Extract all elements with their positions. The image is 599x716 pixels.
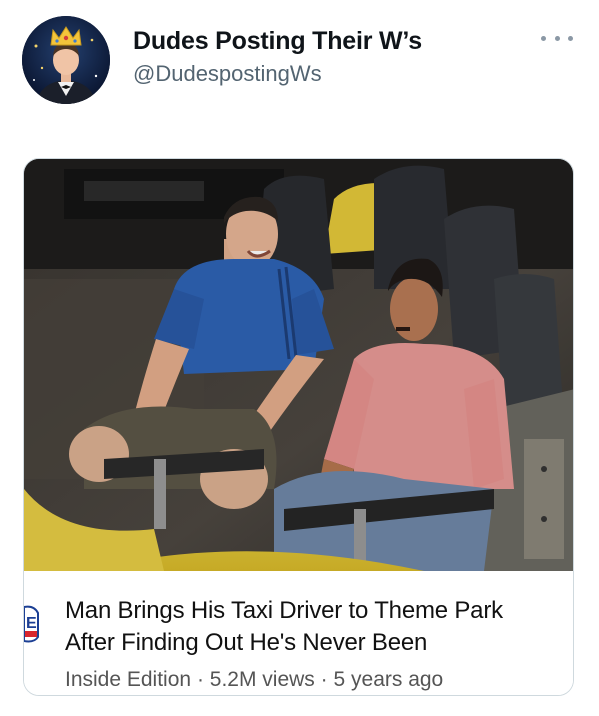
- roller-coaster-photo: [24, 159, 573, 571]
- crowned-man-avatar-image: [22, 16, 110, 104]
- link-headline[interactable]: Man Brings His Taxi Driver to Theme Park…: [65, 595, 571, 659]
- author-names: Dudes Posting Their W’s @DudespostingWs: [133, 26, 422, 88]
- link-caption[interactable]: E Man Brings His Taxi Driver to Theme Pa…: [24, 571, 573, 695]
- more-dot: [541, 35, 546, 41]
- more-dot: [568, 35, 573, 41]
- more-icon[interactable]: [541, 28, 573, 48]
- video-meta: Inside Edition · 5.2M views · 5 years ag…: [65, 667, 443, 693]
- source-name: Inside Edition: [65, 668, 192, 691]
- headline-line-2: After Finding Out He's Never Been: [65, 629, 428, 656]
- tweet-header: Dudes Posting Their W’s @DudespostingWs: [0, 0, 599, 110]
- more-dot: [554, 35, 560, 41]
- upload-age: 5 years ago: [333, 668, 444, 691]
- meta-separator: ·: [320, 668, 328, 691]
- svg-text:E: E: [26, 615, 37, 632]
- media-card[interactable]: E Man Brings His Taxi Driver to Theme Pa…: [23, 158, 574, 696]
- meta-separator: ·: [196, 668, 204, 691]
- inside-edition-logo-icon: E: [24, 601, 40, 645]
- source-logo-graphic: E: [24, 605, 39, 643]
- avatar[interactable]: [22, 16, 110, 104]
- author-handle[interactable]: @DudespostingWs: [133, 60, 422, 88]
- view-count: 5.2M views: [209, 668, 315, 691]
- media-image[interactable]: [24, 159, 573, 571]
- headline-line-1: Man Brings His Taxi Driver to Theme Park: [65, 597, 503, 624]
- author-display-name[interactable]: Dudes Posting Their W’s: [133, 26, 422, 56]
